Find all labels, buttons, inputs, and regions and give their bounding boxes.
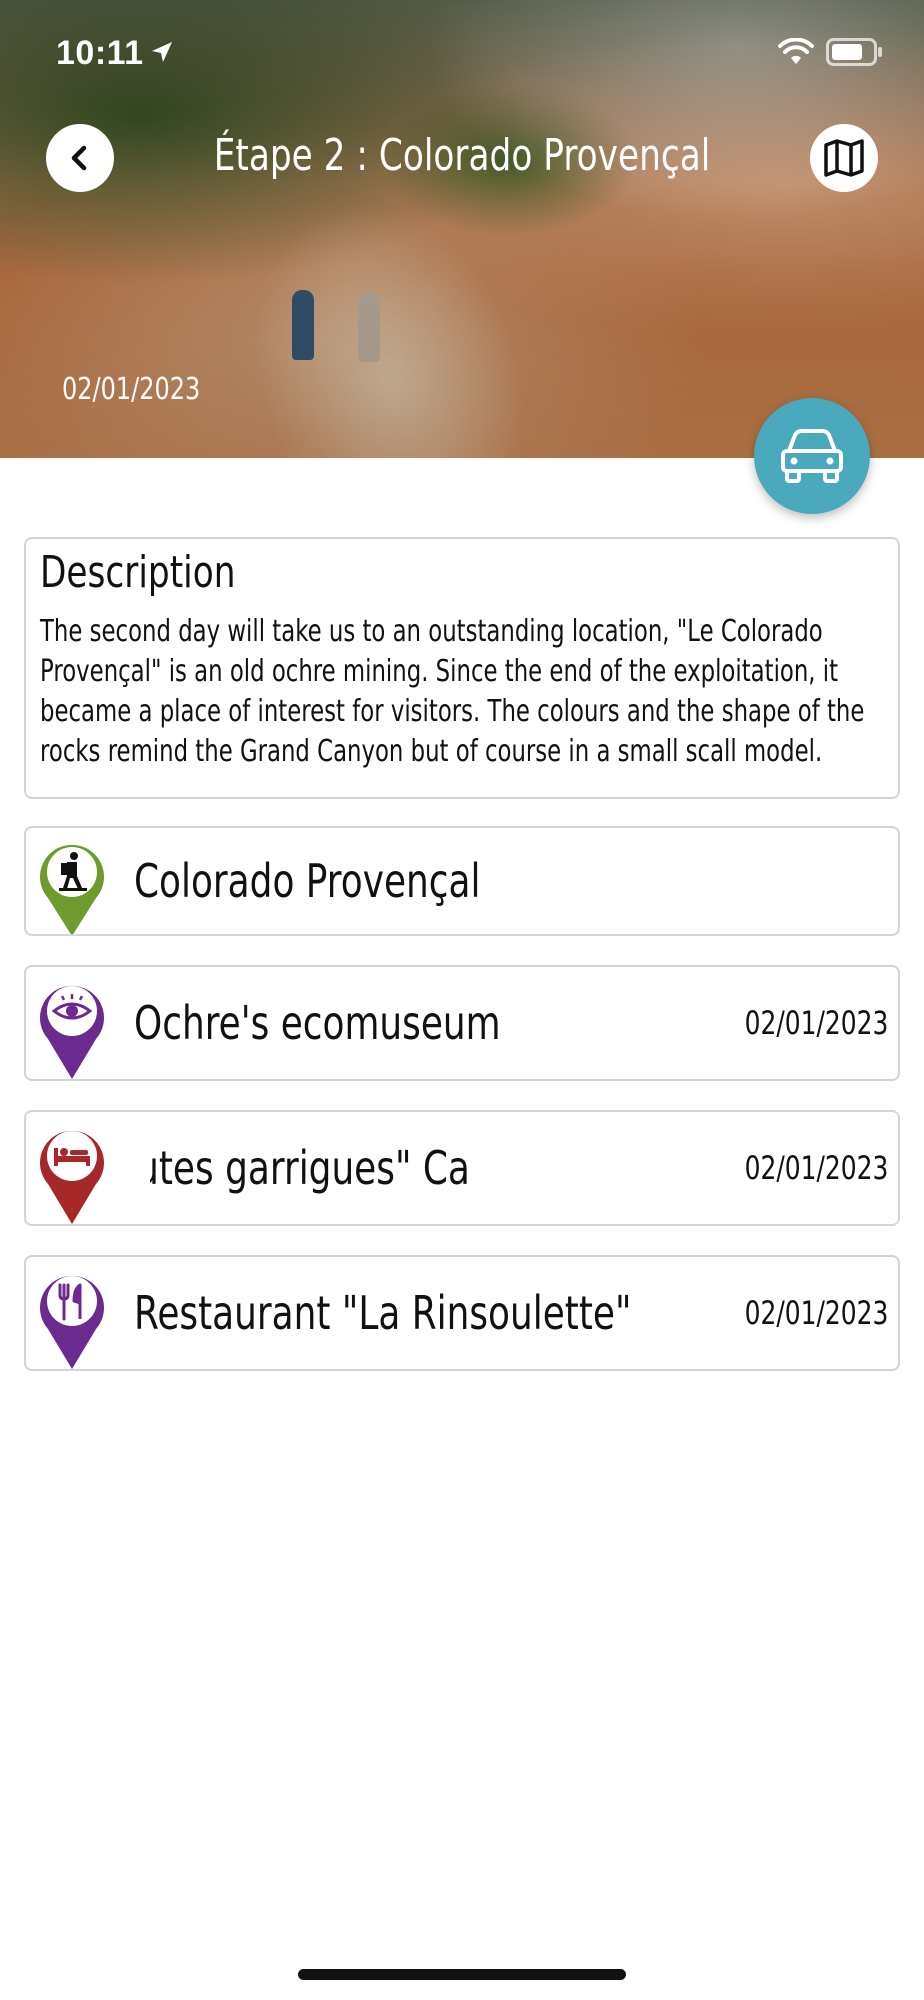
stop-item-restaurant[interactable]: Restaurant "La Rinsoulette" 02/01/2023 <box>24 1255 900 1371</box>
stop-date: 02/01/2023 <box>744 1294 888 1332</box>
description-heading: Description <box>40 547 236 598</box>
back-button[interactable] <box>46 124 114 192</box>
hiking-icon <box>40 844 104 934</box>
stop-item-ecomuseum[interactable]: Ochre's ecomuseum 02/01/2023 <box>24 965 900 1081</box>
stop-name: Ochre's ecomuseum <box>134 996 501 1050</box>
home-indicator[interactable] <box>298 1969 626 1980</box>
description-card: Description The second day will take us … <box>24 537 900 799</box>
battery-icon <box>826 38 882 66</box>
wifi-icon <box>778 38 814 64</box>
page-title: Étape 2 : Colorado Provençal <box>213 130 711 181</box>
stop-item-colorado[interactable]: Colorado Provençal <box>24 826 900 936</box>
eye-icon <box>40 985 104 1079</box>
map-icon <box>824 139 864 177</box>
status-icons <box>778 38 884 66</box>
car-icon <box>781 429 843 483</box>
cutlery-icon <box>40 1275 104 1369</box>
stop-name: Restaurant "La Rinsoulette" <box>134 1286 632 1340</box>
transport-car-button[interactable] <box>754 398 870 514</box>
stop-date: 02/01/2023 <box>744 1149 888 1187</box>
map-button[interactable] <box>810 124 878 192</box>
stop-item-gite[interactable]: Gîte "Les hautes garrigues" Ca 02/01/202… <box>24 1110 900 1226</box>
bed-icon <box>40 1130 104 1224</box>
status-time: 10:11 <box>56 34 144 72</box>
stop-name: Colorado Provençal <box>134 854 481 908</box>
stage-date: 02/01/2023 <box>62 372 201 407</box>
location-arrow-icon <box>152 42 172 62</box>
chevron-left-icon <box>71 145 87 171</box>
description-text: The second day will take us to an outsta… <box>40 614 865 769</box>
stop-name: Gîte "Les hautes garrigues" Ca <box>150 1141 470 1195</box>
stop-date: 02/01/2023 <box>744 1004 888 1042</box>
stop-name-marquee: Gîte "Les hautes garrigues" Ca <box>150 1112 715 1224</box>
